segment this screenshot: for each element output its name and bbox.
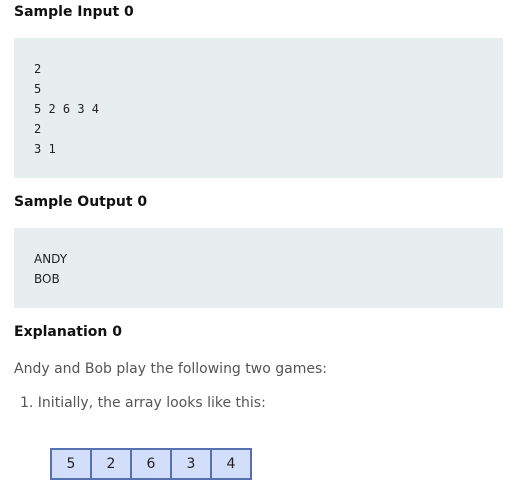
sample-input-line: 2 [34,122,42,136]
sample-output-line: BOB [34,272,60,286]
sample-output-heading: Sample Output 0 [14,194,148,210]
array-cell: 4 [226,456,236,472]
sample-output-codeblock: ANDY BOB [14,228,503,308]
sample-input-codeblock: 2 5 5 2 6 3 4 2 3 1 [14,38,503,178]
explanation-step-1: 1. Initially, the array looks like this: [20,395,266,411]
array-cell: 6 [132,450,172,478]
array-cell: 5 [52,450,92,478]
explanation-intro: Andy and Bob play the following two game… [14,361,327,377]
array-cell: 3 [172,450,212,478]
array-cell: 2 [92,450,132,478]
explanation-heading: Explanation 0 [14,324,122,340]
sample-input-line: 2 [34,62,42,76]
sample-input-heading: Sample Input 0 [14,4,134,20]
array-diagram: 5 2 6 3 4 [50,448,252,480]
sample-input-line: 3 1 [34,142,56,156]
sample-input-line: 5 2 6 3 4 [34,102,100,116]
sample-output-line: ANDY [34,252,68,266]
sample-input-line: 5 [34,82,42,96]
